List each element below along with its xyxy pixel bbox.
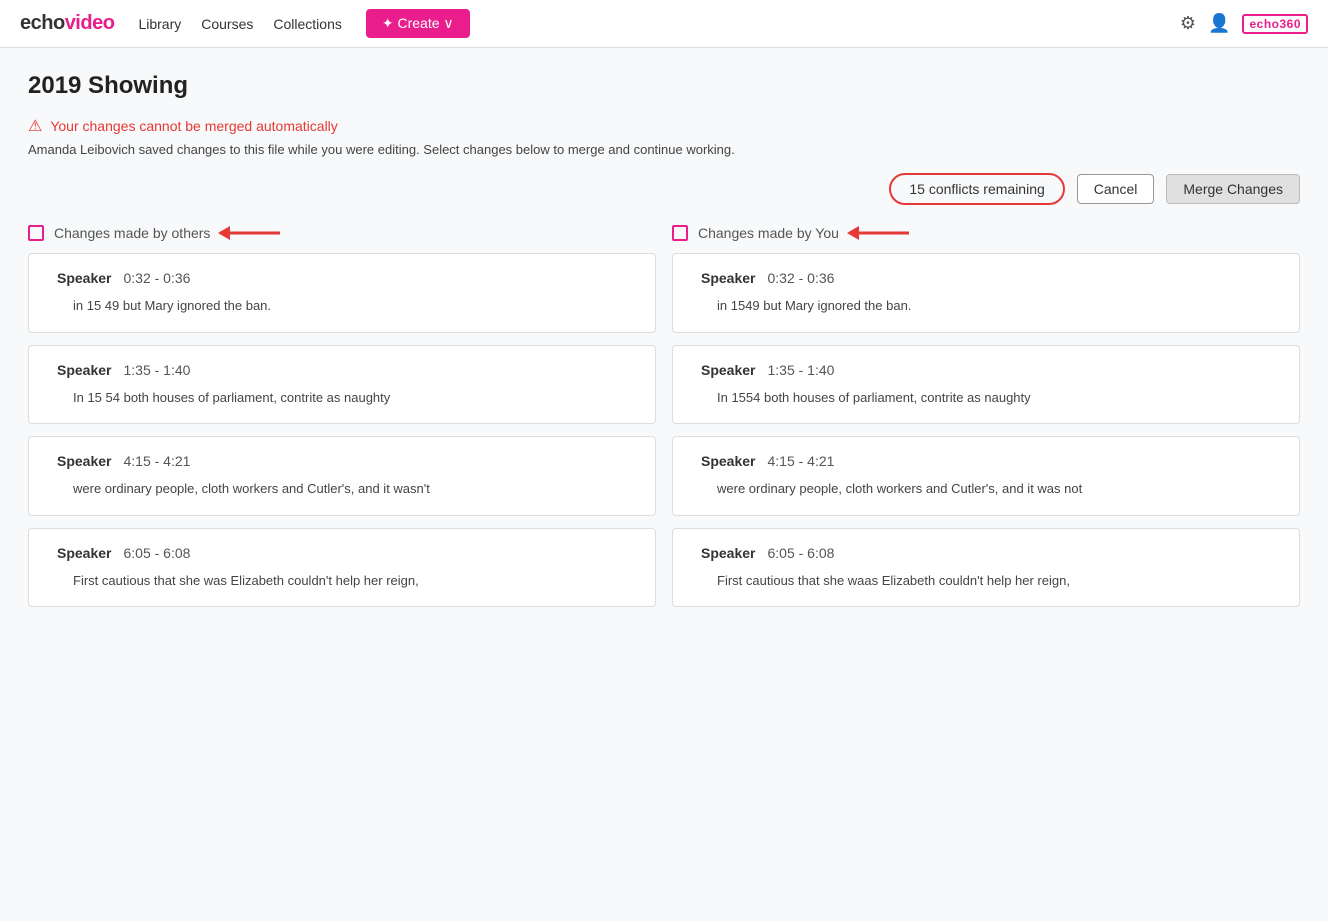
nav-links: Library Courses Collections bbox=[138, 16, 341, 32]
left-select-all-checkbox[interactable] bbox=[28, 225, 44, 241]
left-card-0-speaker: Speaker bbox=[57, 270, 111, 286]
nav-library[interactable]: Library bbox=[138, 16, 181, 32]
logo-video: video bbox=[65, 12, 115, 35]
left-card-0-header: Speaker 0:32 - 0:36 bbox=[45, 270, 639, 286]
page-title: 2019 Showing bbox=[28, 72, 1300, 100]
right-card-0-speaker: Speaker bbox=[701, 270, 755, 286]
right-card-0-time: 0:32 - 0:36 bbox=[767, 270, 834, 286]
left-card-3: Speaker 6:05 - 6:08 First cautious that … bbox=[28, 528, 656, 608]
left-card-0-time: 0:32 - 0:36 bbox=[123, 270, 190, 286]
right-card-0: Speaker 0:32 - 0:36 in 1549 but Mary ign… bbox=[672, 253, 1300, 333]
left-card-3-speaker: Speaker bbox=[57, 545, 111, 561]
columns-container: Changes made by others Speaker 0:32 - 0:… bbox=[28, 225, 1300, 619]
logo: echovideo bbox=[20, 12, 114, 35]
right-card-2-time: 4:15 - 4:21 bbox=[767, 453, 834, 469]
left-arrow-indicator bbox=[220, 226, 290, 240]
right-arrow-indicator bbox=[849, 226, 919, 240]
left-card-3-header: Speaker 6:05 - 6:08 bbox=[45, 545, 639, 561]
nav-collections[interactable]: Collections bbox=[273, 16, 341, 32]
left-card-2: Speaker 4:15 - 4:21 were ordinary people… bbox=[28, 436, 656, 516]
left-card-1-header: Speaker 1:35 - 1:40 bbox=[45, 362, 639, 378]
create-button[interactable]: ✦ Create ∨ bbox=[366, 9, 470, 38]
left-card-1-speaker: Speaker bbox=[57, 362, 111, 378]
right-card-1-text: In 1554 both houses of parliament, contr… bbox=[689, 388, 1283, 408]
left-card-0-text: in 15 49 but Mary ignored the ban. bbox=[45, 296, 639, 316]
main-content: 2019 Showing ⚠ Your changes cannot be me… bbox=[0, 48, 1328, 921]
nav-right: ⚙ 👤 echo360 bbox=[1180, 13, 1308, 34]
left-card-2-header: Speaker 4:15 - 4:21 bbox=[45, 453, 639, 469]
right-card-1-header: Speaker 1:35 - 1:40 bbox=[689, 362, 1283, 378]
echo360-logo: echo360 bbox=[1242, 14, 1308, 34]
left-column-title: Changes made by others bbox=[54, 225, 210, 241]
right-card-2-header: Speaker 4:15 - 4:21 bbox=[689, 453, 1283, 469]
settings-icon[interactable]: ⚙ bbox=[1180, 13, 1196, 34]
right-card-3-speaker: Speaker bbox=[701, 545, 755, 561]
nav-courses[interactable]: Courses bbox=[201, 16, 253, 32]
left-column-header: Changes made by others bbox=[28, 225, 656, 241]
alert-section: ⚠ Your changes cannot be merged automati… bbox=[28, 116, 1300, 157]
navbar: echovideo Library Courses Collections ✦ … bbox=[0, 0, 1328, 48]
right-card-0-text: in 1549 but Mary ignored the ban. bbox=[689, 296, 1283, 316]
right-card-0-header: Speaker 0:32 - 0:36 bbox=[689, 270, 1283, 286]
right-card-3-text: First cautious that she waas Elizabeth c… bbox=[689, 571, 1283, 591]
action-bar: 15 conflicts remaining Cancel Merge Chan… bbox=[28, 173, 1300, 205]
right-card-1-time: 1:35 - 1:40 bbox=[767, 362, 834, 378]
logo-echo: echo bbox=[20, 12, 65, 35]
conflicts-badge: 15 conflicts remaining bbox=[889, 173, 1064, 205]
right-column: Changes made by You Speaker 0:32 - 0:36 … bbox=[672, 225, 1300, 619]
alert-description: Amanda Leibovich saved changes to this f… bbox=[28, 142, 1300, 157]
right-card-3: Speaker 6:05 - 6:08 First cautious that … bbox=[672, 528, 1300, 608]
right-select-all-checkbox[interactable] bbox=[672, 225, 688, 241]
left-column: Changes made by others Speaker 0:32 - 0:… bbox=[28, 225, 656, 619]
left-card-1-text: In 15 54 both houses of parliament, cont… bbox=[45, 388, 639, 408]
right-card-1-speaker: Speaker bbox=[701, 362, 755, 378]
merge-changes-button[interactable]: Merge Changes bbox=[1166, 174, 1300, 204]
right-card-2-speaker: Speaker bbox=[701, 453, 755, 469]
left-card-2-time: 4:15 - 4:21 bbox=[123, 453, 190, 469]
alert-warning-text: Your changes cannot be merged automatica… bbox=[50, 118, 337, 134]
right-column-title: Changes made by You bbox=[698, 225, 839, 241]
alert-warning: ⚠ Your changes cannot be merged automati… bbox=[28, 116, 1300, 136]
left-card-0: Speaker 0:32 - 0:36 in 15 49 but Mary ig… bbox=[28, 253, 656, 333]
warning-icon: ⚠ bbox=[28, 116, 42, 136]
left-card-1: Speaker 1:35 - 1:40 In 15 54 both houses… bbox=[28, 345, 656, 425]
right-card-3-header: Speaker 6:05 - 6:08 bbox=[689, 545, 1283, 561]
user-icon[interactable]: 👤 bbox=[1208, 13, 1230, 34]
left-card-2-speaker: Speaker bbox=[57, 453, 111, 469]
left-card-2-text: were ordinary people, cloth workers and … bbox=[45, 479, 639, 499]
cancel-button[interactable]: Cancel bbox=[1077, 174, 1155, 204]
left-card-1-time: 1:35 - 1:40 bbox=[123, 362, 190, 378]
right-column-header: Changes made by You bbox=[672, 225, 1300, 241]
right-card-1: Speaker 1:35 - 1:40 In 1554 both houses … bbox=[672, 345, 1300, 425]
right-card-2: Speaker 4:15 - 4:21 were ordinary people… bbox=[672, 436, 1300, 516]
left-card-3-time: 6:05 - 6:08 bbox=[123, 545, 190, 561]
left-card-3-text: First cautious that she was Elizabeth co… bbox=[45, 571, 639, 591]
right-card-2-text: were ordinary people, cloth workers and … bbox=[689, 479, 1283, 499]
right-card-3-time: 6:05 - 6:08 bbox=[767, 545, 834, 561]
